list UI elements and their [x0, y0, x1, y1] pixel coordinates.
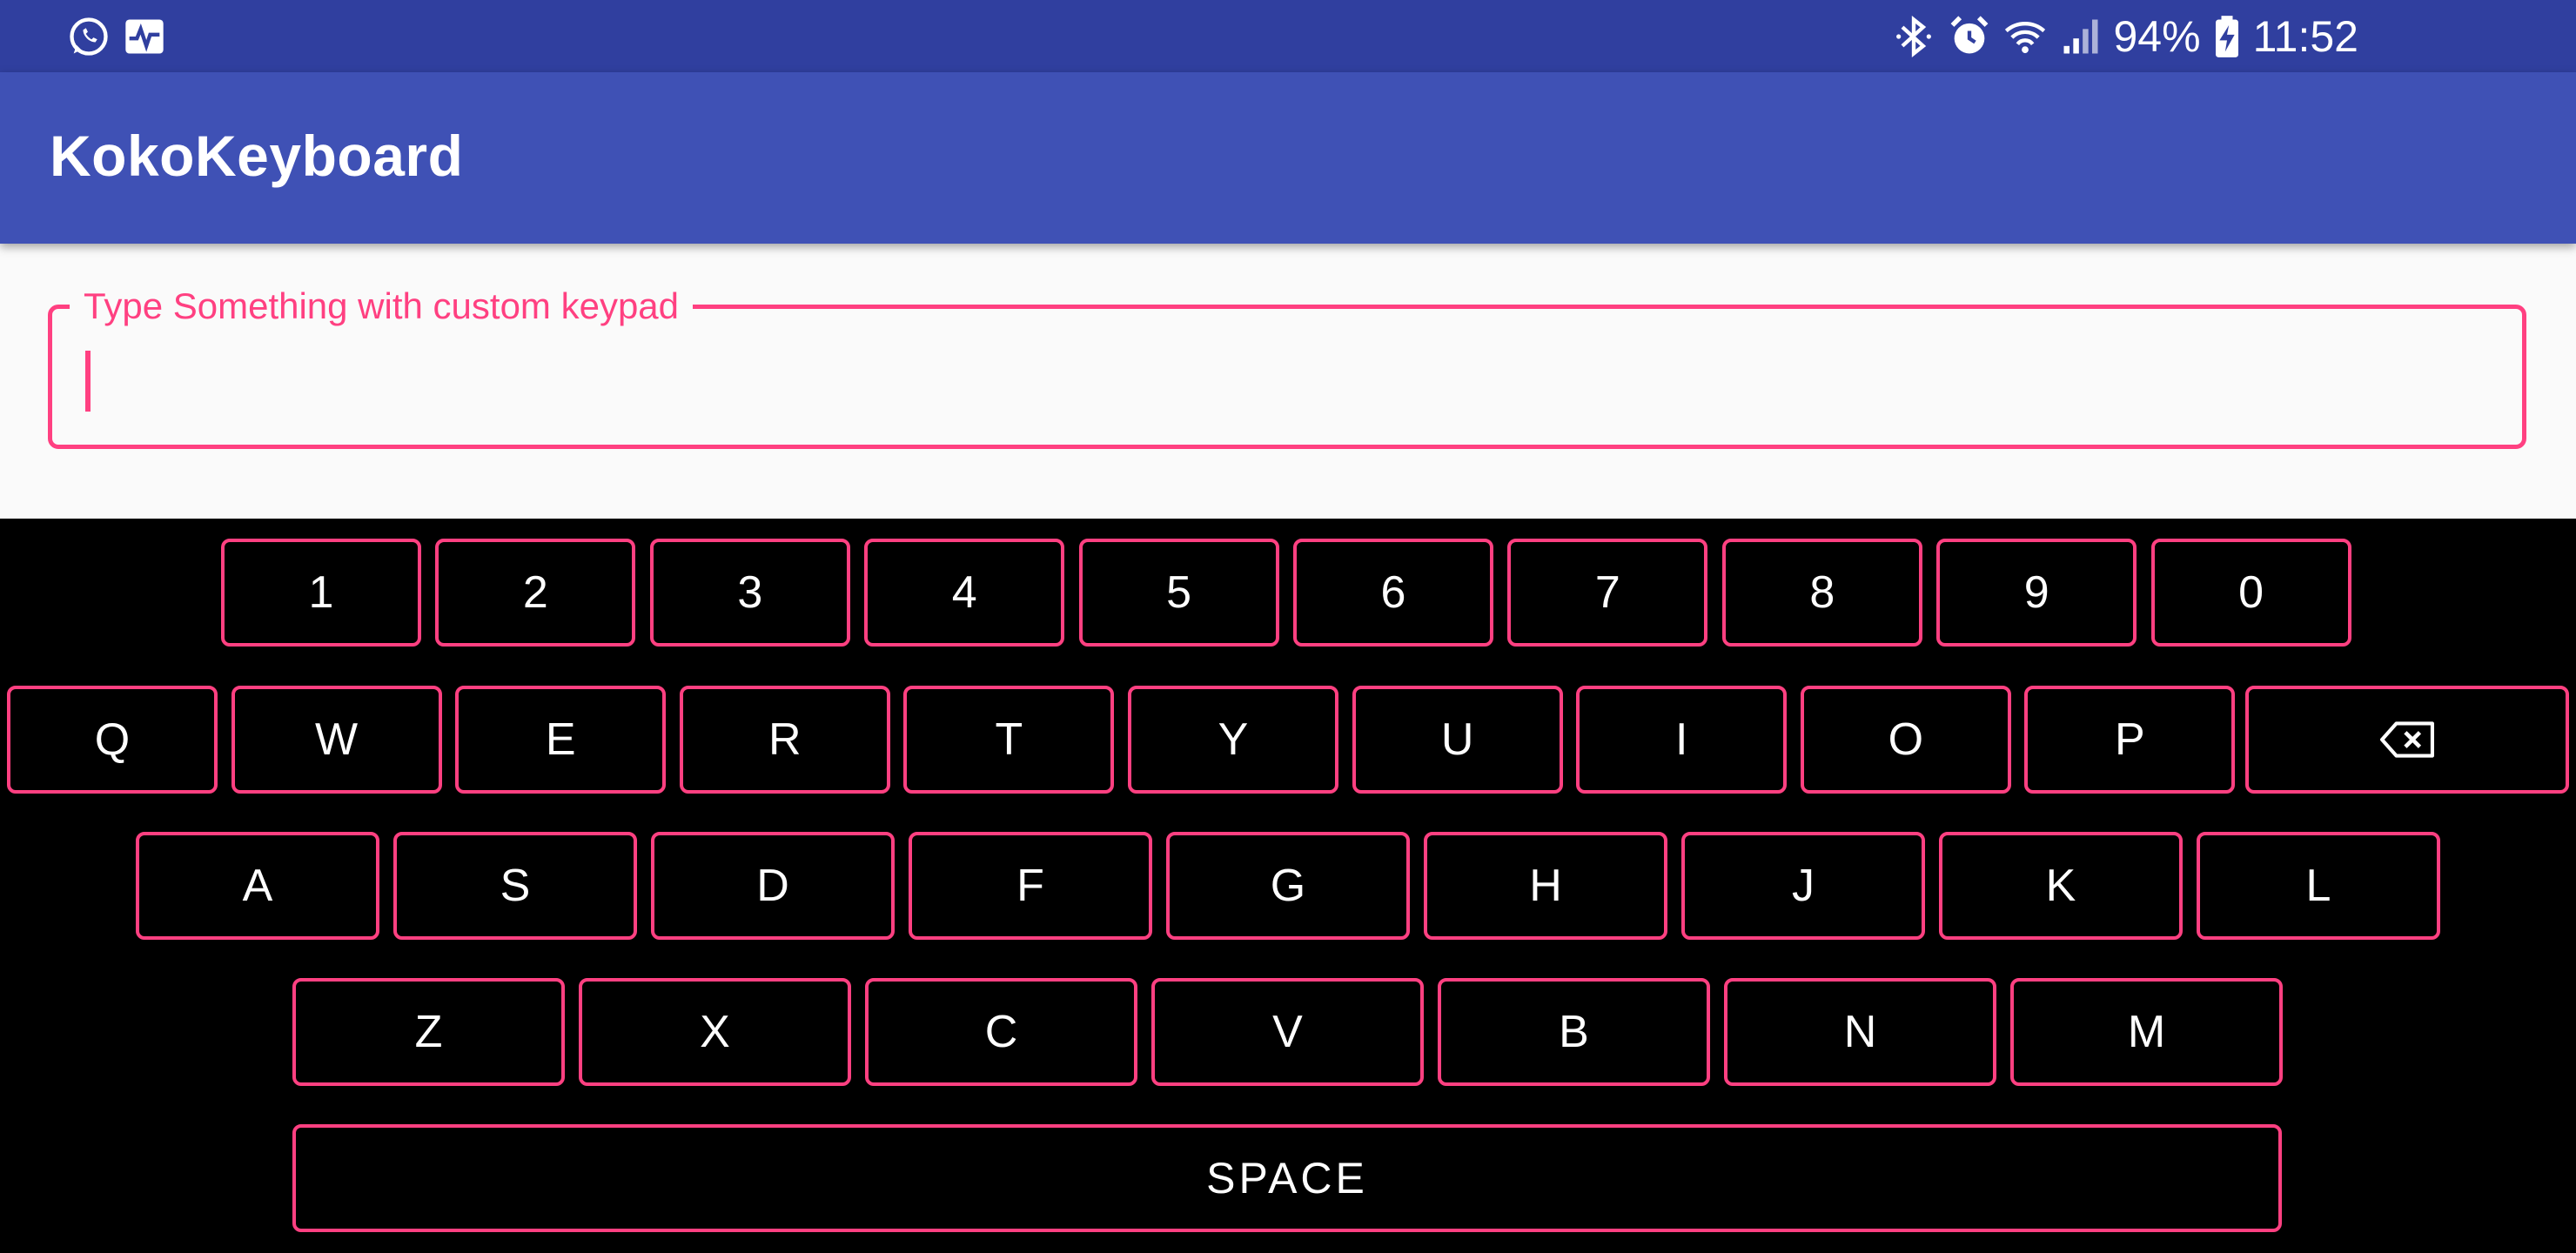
activity-monitor-icon	[122, 14, 167, 59]
key-i[interactable]: I	[1576, 686, 1788, 794]
bluetooth-icon	[1891, 14, 1936, 59]
alarm-icon	[1947, 14, 1992, 59]
key-r[interactable]: R	[679, 686, 890, 794]
key-j[interactable]: J	[1681, 832, 1925, 940]
backspace-key[interactable]	[2245, 686, 2569, 794]
status-bar-notifications	[66, 14, 167, 59]
key-u[interactable]: U	[1352, 686, 1563, 794]
app-bar: KokoKeyboard	[0, 72, 2576, 244]
whatsapp-icon	[66, 14, 111, 59]
key-q[interactable]: Q	[7, 686, 218, 794]
key-m[interactable]: M	[2010, 978, 2283, 1086]
key-h[interactable]: H	[1424, 832, 1667, 940]
key-x[interactable]: X	[579, 978, 851, 1086]
key-e[interactable]: E	[455, 686, 667, 794]
cell-signal-icon	[2058, 14, 2103, 59]
main-content: Type Something with custom keypad	[0, 244, 2576, 519]
key-p[interactable]: P	[2024, 686, 2236, 794]
key-n[interactable]: N	[1724, 978, 1996, 1086]
key-v[interactable]: V	[1151, 978, 1424, 1086]
battery-charging-icon	[2211, 14, 2243, 59]
wifi-icon	[2002, 14, 2048, 59]
key-8[interactable]: 8	[1721, 539, 1922, 647]
key-2[interactable]: 2	[435, 539, 636, 647]
key-0[interactable]: 0	[2150, 539, 2351, 647]
key-t[interactable]: T	[903, 686, 1115, 794]
key-c[interactable]: C	[865, 978, 1137, 1086]
text-input-label: Type Something with custom keypad	[70, 283, 694, 330]
key-z[interactable]: Z	[292, 978, 565, 1086]
status-bar: 94% 11:52	[0, 0, 2576, 72]
text-cursor	[85, 351, 91, 412]
key-s[interactable]: S	[393, 832, 637, 940]
key-l[interactable]: L	[2197, 832, 2440, 940]
text-input-container[interactable]: Type Something with custom keypad	[48, 283, 2526, 449]
key-3[interactable]: 3	[649, 539, 850, 647]
key-5[interactable]: 5	[1078, 539, 1279, 647]
screen: 94% 11:52 KokoKeyboard Type Something wi…	[0, 0, 2576, 1253]
key-6[interactable]: 6	[1293, 539, 1493, 647]
app-title: KokoKeyboard	[50, 124, 464, 188]
key-f[interactable]: F	[909, 832, 1152, 940]
key-7[interactable]: 7	[1507, 539, 1708, 647]
space-key[interactable]: SPACE	[292, 1124, 2282, 1232]
key-a[interactable]: A	[136, 832, 379, 940]
key-1[interactable]: 1	[221, 539, 421, 647]
backspace-icon	[2380, 721, 2434, 758]
text-input[interactable]	[85, 349, 2487, 410]
key-9[interactable]: 9	[1936, 539, 2137, 647]
status-bar-system: 94% 11:52	[1891, 7, 2358, 66]
key-y[interactable]: Y	[1128, 686, 1338, 794]
key-k[interactable]: K	[1939, 832, 2183, 940]
key-4[interactable]: 4	[864, 539, 1065, 647]
key-w[interactable]: W	[231, 686, 442, 794]
clock: 11:52	[2252, 12, 2358, 61]
key-g[interactable]: G	[1166, 832, 1410, 940]
key-o[interactable]: O	[1800, 686, 2011, 794]
key-b[interactable]: B	[1438, 978, 1710, 1086]
custom-keyboard: 1 2 3 4 5 6 7 8 9 0 Q W E R T Y U I O P A S D F G H J K L Z X C V B N M SPAC…	[0, 519, 2576, 1253]
key-d[interactable]: D	[651, 832, 895, 940]
battery-percent: 94%	[2113, 12, 2201, 61]
